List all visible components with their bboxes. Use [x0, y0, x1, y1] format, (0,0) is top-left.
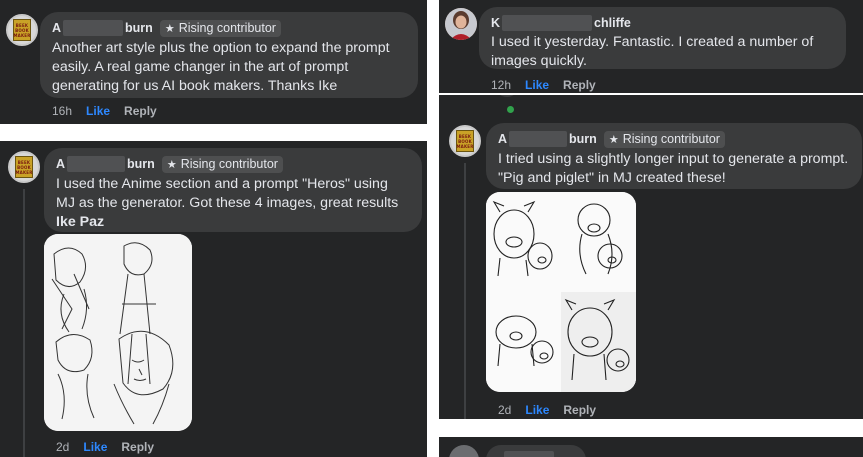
comment-panel-1: BEEK BOOK MAKER Aburn ★ Rising contributor …: [0, 0, 427, 124]
person-photo-icon: [445, 8, 477, 40]
reply-button[interactable]: Reply: [124, 104, 157, 118]
reply-button[interactable]: Reply: [563, 78, 596, 92]
rising-contributor-badge: ★ Rising contributor: [603, 130, 725, 148]
comment-bubble: Aburn ★ Rising contributor Another art st…: [40, 12, 418, 98]
attached-image-pigs[interactable]: [486, 192, 636, 392]
star-icon: ★: [164, 21, 175, 35]
comment-actions: 12h Like Reply: [491, 78, 596, 92]
comment-text: I used it yesterday. Fantastic. I create…: [491, 34, 814, 69]
redacted-name: [509, 131, 568, 147]
comment-text: I used the Anime section and a prompt "H…: [56, 176, 399, 230]
thread-line: [464, 163, 466, 419]
comment-text: Another art style plus the option to exp…: [52, 40, 390, 94]
avatar[interactable]: [449, 445, 479, 457]
comment-timestamp[interactable]: 16h: [52, 104, 72, 118]
comment-panel-3: BEEK BOOK MAKER Aburn ★ Rising contributor …: [0, 141, 427, 457]
book-logo-icon: BEEK BOOK MAKER: [15, 156, 33, 178]
book-logo-icon: BEEK BOOK MAKER: [13, 19, 31, 41]
comment-timestamp[interactable]: 2d: [56, 440, 69, 454]
redacted-name: [502, 15, 593, 31]
redacted-name: [67, 156, 126, 172]
like-button[interactable]: Like: [86, 104, 110, 118]
partial-avatar: [495, 95, 519, 97]
reply-button[interactable]: Reply: [121, 440, 154, 454]
author-name[interactable]: Aburn ★ Rising contributor: [498, 130, 850, 148]
rising-contributor-badge: ★ Rising contributor: [159, 19, 281, 37]
comment-timestamp[interactable]: 12h: [491, 78, 511, 92]
comment-timestamp[interactable]: 2d: [498, 403, 511, 417]
comment-actions: 2d Like Reply: [56, 440, 154, 454]
avatar[interactable]: BEEK BOOK MAKER: [8, 151, 40, 183]
rising-contributor-badge: ★ Rising contributor: [161, 155, 283, 173]
author-name[interactable]: Aburn ★ Rising contributor: [56, 155, 410, 173]
comment-bubble: Kchliffe I used it yesterday. Fantastic.…: [479, 7, 846, 69]
comment-actions: 16h Like Reply: [52, 104, 157, 118]
book-logo-icon: BEEK BOOK MAKER: [456, 130, 474, 152]
mention-link[interactable]: Ike Paz: [56, 214, 104, 230]
comment-panel-2: Kchliffe I used it yesterday. Fantastic.…: [439, 0, 863, 93]
redacted-name: [63, 20, 124, 36]
redacted-name: [504, 451, 554, 457]
online-status-icon: [507, 106, 514, 113]
comment-bubble: Aburn ★ Rising contributor I tried using …: [486, 123, 862, 189]
pig-sketch-grid: [486, 192, 636, 392]
star-icon: ★: [166, 157, 177, 171]
thread-line: [23, 189, 25, 457]
comment-bubble: Aburn ★ Rising contributor I used the Ani…: [44, 148, 422, 232]
author-name[interactable]: Kchliffe: [491, 14, 834, 32]
reply-button[interactable]: Reply: [563, 403, 596, 417]
comment-actions: 2d Like Reply: [498, 403, 596, 417]
like-button[interactable]: Like: [83, 440, 107, 454]
avatar[interactable]: [445, 8, 477, 40]
avatar[interactable]: BEEK BOOK MAKER: [6, 14, 38, 46]
like-button[interactable]: Like: [525, 403, 549, 417]
comment-panel-4: BEEK BOOK MAKER Aburn ★ Rising contributor …: [439, 95, 863, 419]
comment-text: I tried using a slightly longer input to…: [498, 151, 849, 186]
attached-image-anime[interactable]: [44, 234, 192, 431]
comment-panel-5: [439, 437, 863, 457]
comment-bubble: [486, 445, 586, 457]
anime-sketch-grid: [44, 234, 192, 431]
like-button[interactable]: Like: [525, 78, 549, 92]
author-name[interactable]: Aburn ★ Rising contributor: [52, 19, 406, 37]
avatar[interactable]: BEEK BOOK MAKER: [449, 125, 481, 157]
star-icon: ★: [608, 132, 619, 146]
